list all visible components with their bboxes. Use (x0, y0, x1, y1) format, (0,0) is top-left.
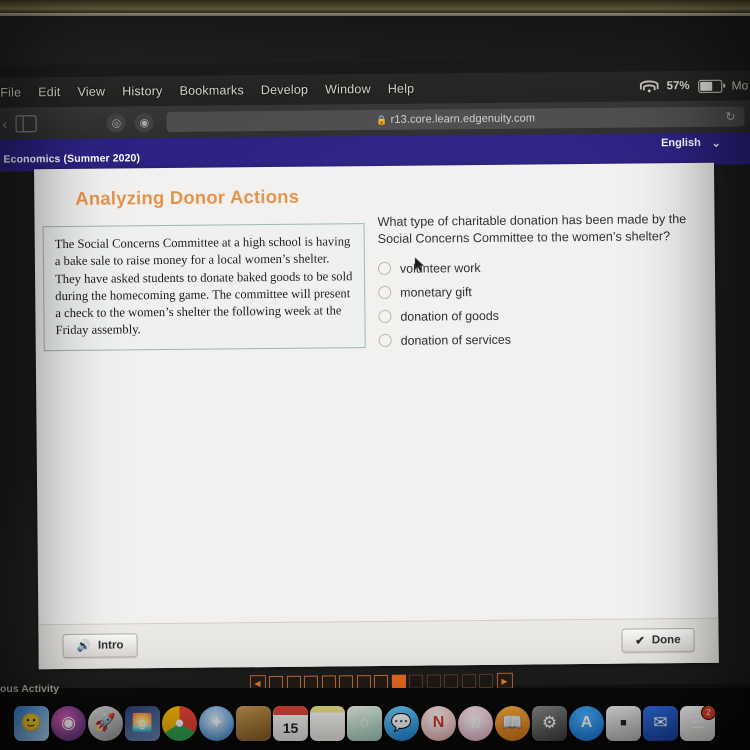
chrome-icon[interactable]: ● (162, 705, 197, 741)
done-button-label: Done (651, 634, 681, 647)
pagination-square-13[interactable] (478, 673, 494, 689)
speaker-icon: 🔊 (76, 640, 91, 653)
laptop-screen: File Edit View History Bookmarks Develop… (0, 58, 750, 707)
option-label: donation of goods (400, 308, 500, 324)
lock-icon: 🔒 (376, 114, 388, 125)
back-chevron-icon[interactable]: ‹ (3, 116, 7, 131)
radio-button[interactable] (377, 262, 392, 276)
menu-item-develop[interactable]: Develop (261, 83, 308, 97)
photos-icon[interactable]: 🌅 (125, 705, 160, 741)
passage-text: The Social Concerns Committee at a high … (54, 234, 353, 338)
menu-item-history[interactable]: History (122, 84, 162, 98)
chevron-down-icon[interactable]: ⌄ (712, 137, 721, 150)
address-bar[interactable]: 🔒 r13.core.learn.edgenuity.com ↻ (166, 106, 745, 132)
notes-icon[interactable] (310, 705, 345, 741)
activity-panel: Analyzing Donor Actions The Social Conce… (34, 162, 719, 670)
system-preferences-icon[interactable]: ⚙ (532, 705, 567, 741)
pagination-square-8[interactable] (391, 674, 406, 689)
previous-activity-label[interactable]: ous Activity (0, 683, 59, 695)
news-icon[interactable]: N (421, 705, 456, 741)
safari-icon[interactable]: ✦ (199, 705, 234, 741)
option-row-donation-of-services[interactable]: donation of services (378, 331, 704, 348)
siri-icon[interactable]: ◉ (51, 705, 86, 741)
pagination-square-10[interactable] (426, 674, 441, 689)
macos-dock: 🙂 ◉ 🚀 🌅 ● ✦ 15 ○ 💬 N ♫ 📖 ⚙ A ■ ✉ ☰ 2 (0, 700, 750, 746)
pagination-square-11[interactable] (443, 674, 459, 689)
question-text: What type of charitable donation has bee… (377, 212, 687, 246)
intro-button[interactable]: 🔊 Intro (62, 633, 138, 659)
menu-item-bookmarks[interactable]: Bookmarks (179, 83, 243, 98)
laptop-photo: File Edit View History Bookmarks Develop… (0, 0, 750, 750)
question-block: What type of charitable donation has bee… (377, 211, 703, 358)
menu-item-view[interactable]: View (78, 85, 106, 99)
sidebar-toggle-icon[interactable] (15, 114, 37, 132)
option-label: donation of services (400, 332, 511, 348)
option-row-volunteer-work[interactable]: volunteer work (377, 259, 703, 276)
notification-badge: 2 (701, 705, 715, 720)
itunes-icon[interactable]: ♫ (458, 705, 493, 741)
course-title: - Economics (Summer 2020) (0, 152, 141, 166)
pagination-square-7[interactable] (373, 674, 389, 690)
reload-icon[interactable]: ↻ (725, 110, 735, 124)
podcasts-icon[interactable]: ○ (347, 705, 382, 741)
tab-overview-icon[interactable]: ◎ (106, 112, 127, 133)
background-wall (0, 0, 750, 14)
books-icon[interactable]: 📖 (495, 705, 530, 741)
done-button[interactable]: ✔ Done (621, 627, 695, 653)
menu-item-edit[interactable]: Edit (38, 85, 60, 99)
page-title: Analyzing Donor Actions (75, 185, 300, 209)
menu-item-window[interactable]: Window (325, 82, 371, 96)
battery-percentage: 57% (666, 79, 690, 93)
menu-item-file[interactable]: File (0, 85, 21, 99)
app-store-icon[interactable]: A (569, 705, 604, 741)
pagination-square-9[interactable] (408, 674, 424, 689)
contacts-icon[interactable] (236, 705, 271, 741)
launchpad-icon[interactable]: 🚀 (88, 705, 123, 741)
language-selector[interactable]: English (661, 137, 701, 149)
menu-bar-clock[interactable]: Mo (732, 78, 749, 92)
mail-icon[interactable]: ✉ (643, 705, 678, 741)
option-label: volunteer work (399, 260, 481, 276)
checkmark-icon: ✔ (635, 635, 645, 648)
messages-icon[interactable]: 💬 (384, 705, 419, 741)
finder-icon[interactable]: 🙂 (14, 705, 49, 741)
reminders-icon[interactable]: ☰ 2 (680, 705, 715, 741)
calendar-icon[interactable]: 15 (273, 705, 308, 741)
pagination-square-12[interactable] (461, 674, 476, 689)
menu-bar-status-area: 57% Mo (639, 78, 750, 93)
activity-footer: 🔊 Intro ✔ Done (38, 617, 719, 670)
option-row-donation-of-goods[interactable]: donation of goods (378, 307, 703, 324)
option-row-monetary-gift[interactable]: monetary gift (378, 283, 703, 300)
privacy-shield-icon[interactable]: ◉ (134, 112, 155, 132)
url-text: r13.core.learn.edgenuity.com (390, 112, 536, 126)
next-arrow-icon[interactable]: ▶ (496, 672, 513, 689)
radio-button[interactable] (378, 334, 392, 348)
radio-button[interactable] (378, 286, 392, 300)
battery-icon[interactable] (698, 79, 723, 93)
menu-item-help[interactable]: Help (388, 82, 415, 96)
roblox-icon[interactable]: ■ (606, 705, 641, 741)
intro-button-label: Intro (97, 639, 124, 652)
passage-box: The Social Concerns Committee at a high … (42, 223, 366, 351)
wifi-icon[interactable] (639, 80, 659, 93)
radio-button[interactable] (378, 310, 392, 324)
option-label: monetary gift (400, 284, 472, 300)
